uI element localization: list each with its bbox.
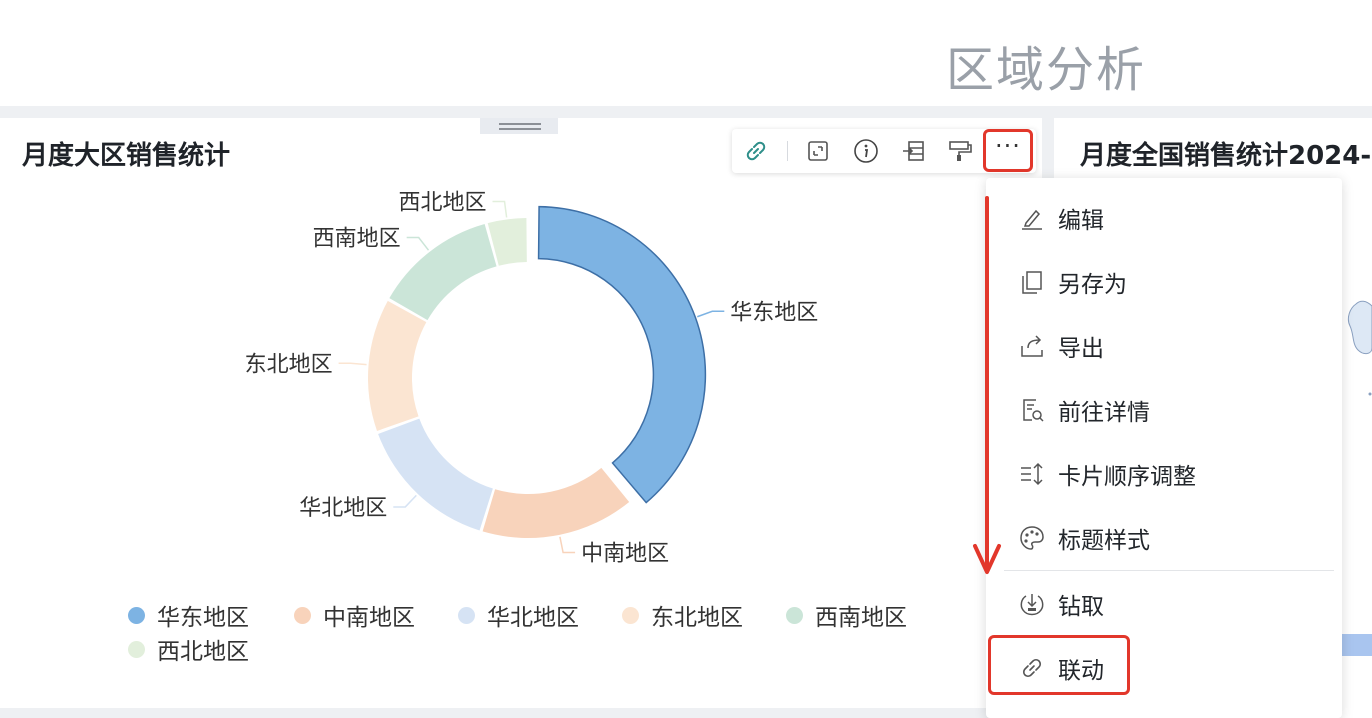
copy-icon	[1022, 271, 1042, 294]
dashboard-header: 区域分析	[0, 0, 1372, 106]
legend-label: 东北地区	[651, 605, 743, 631]
menu-item-export[interactable]: 导出	[986, 318, 1342, 374]
link-icon[interactable]	[736, 129, 776, 173]
donut-slice[interactable]	[378, 418, 493, 531]
menu-item-label: 钻取	[1058, 594, 1104, 620]
legend-label: 西南地区	[815, 605, 907, 631]
donut-chart: 华东地区中南地区 华北地区 东北地区 西南地区 西北地区	[245, 191, 819, 567]
menu-item-label: 编辑	[1058, 208, 1104, 234]
detail-icon	[1023, 399, 1044, 422]
info-icon[interactable]	[846, 129, 886, 173]
legend-item[interactable]: 东北地区	[622, 598, 743, 632]
legend-dot	[128, 640, 145, 658]
annotation-arrow	[973, 196, 1001, 574]
slice-label: 东北地区	[245, 352, 333, 377]
legend-dot	[458, 606, 475, 624]
page-title: 区域分析	[946, 42, 1147, 98]
legend-item[interactable]: 西南地区	[786, 598, 907, 632]
legend-dot	[128, 606, 145, 624]
more-button-highlight	[983, 129, 1033, 172]
fullscreen-icon[interactable]	[798, 129, 838, 173]
legend-dot	[786, 606, 803, 624]
leader-line	[406, 236, 430, 251]
slice-label: 西北地区	[399, 191, 487, 216]
export-card-icon[interactable]	[894, 129, 934, 173]
card-title-national: 月度全国销售统计2024-	[1080, 141, 1372, 171]
slice-label: 西南地区	[313, 227, 401, 252]
drag-handle[interactable]	[480, 118, 558, 134]
leader-line	[492, 200, 508, 218]
palette-icon	[1020, 526, 1044, 550]
menu-item-label: 前往详情	[1058, 400, 1150, 426]
card-title-regional: 月度大区销售统计	[22, 141, 231, 171]
legend-dot	[294, 606, 311, 624]
toolbar-divider	[787, 141, 788, 161]
map-fragment	[1347, 300, 1372, 396]
legend-item[interactable]: 西北地区	[128, 632, 249, 666]
leader-line	[559, 536, 576, 554]
donut-slice[interactable]	[482, 467, 630, 538]
slice-label: 中南地区	[581, 542, 669, 567]
menu-item-label: 标题样式	[1058, 528, 1150, 554]
leader-line	[393, 494, 417, 508]
format-painter-icon[interactable]	[940, 129, 980, 173]
menu-item-edit[interactable]: 编辑	[986, 190, 1342, 246]
menu-item-title-style[interactable]: 标题样式	[986, 510, 1342, 566]
menu-item-label: 导出	[1058, 336, 1104, 362]
slice-label: 华东地区	[730, 300, 818, 325]
legend-label: 华东地区	[157, 605, 249, 631]
menu-item-card-order[interactable]: 卡片顺序调整	[986, 446, 1342, 502]
linkage-highlight	[988, 635, 1130, 695]
menu-item-label: 卡片顺序调整	[1058, 464, 1196, 490]
export-icon	[1021, 335, 1043, 357]
donut-slices	[368, 205, 707, 538]
menu-item-detail[interactable]: 前往详情	[986, 382, 1342, 438]
legend-label: 西北地区	[157, 639, 249, 665]
drill-icon	[1020, 594, 1044, 616]
edit-icon	[1022, 209, 1042, 230]
legend-label: 中南地区	[323, 605, 415, 631]
donut-slice[interactable]	[389, 223, 497, 321]
sort-icon	[1021, 462, 1043, 486]
menu-item-save-as[interactable]: 另存为	[986, 254, 1342, 310]
leader-line	[338, 362, 367, 366]
legend-item[interactable]: 中南地区	[294, 598, 415, 632]
legend-item[interactable]: 华东地区	[128, 598, 249, 632]
menu-item-drill[interactable]: 钻取	[986, 576, 1342, 632]
menu-item-label: 另存为	[1058, 272, 1127, 298]
menu-divider	[1004, 570, 1334, 571]
slice-label: 华北地区	[299, 496, 387, 521]
legend-dot	[622, 606, 639, 624]
map-scale-bar	[1342, 634, 1372, 656]
donut-slice[interactable]	[537, 205, 707, 504]
legend-item[interactable]: 华北地区	[458, 598, 579, 632]
donut-slice[interactable]	[368, 300, 427, 431]
chart-legend: 华东地区 中南地区 华北地区 东北地区 西南地区 西北地区	[128, 598, 928, 668]
leader-line	[697, 310, 725, 318]
legend-label: 华北地区	[487, 605, 579, 631]
